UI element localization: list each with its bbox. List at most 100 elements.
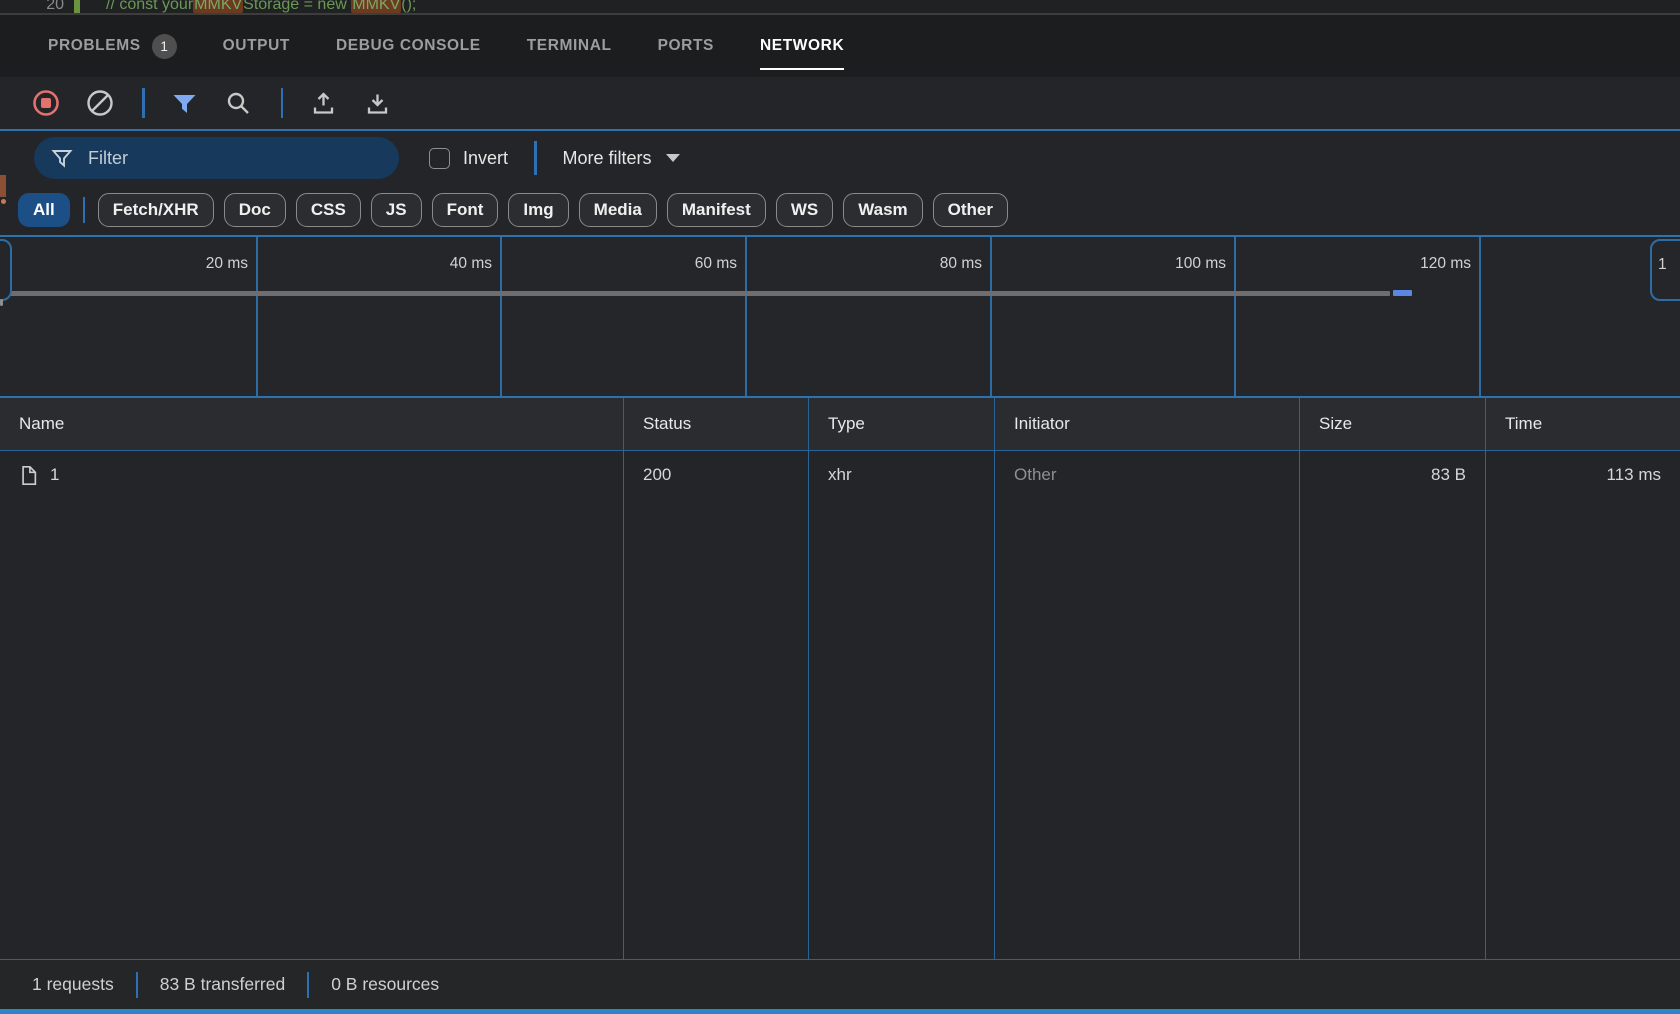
column-label: Type — [828, 414, 865, 434]
requests-table: Name Status Type Initiator Size Time 1 — [0, 398, 1680, 959]
search-button[interactable] — [225, 89, 253, 117]
summary-divider — [136, 972, 138, 998]
chip-css[interactable]: CSS — [296, 193, 361, 227]
request-row-status[interactable]: 200 — [624, 451, 808, 499]
timeline-gridline — [1479, 237, 1481, 396]
name-column: 1 — [0, 451, 623, 959]
status-column: 200 — [623, 451, 808, 959]
filter-divider — [534, 141, 537, 175]
funnel-icon — [171, 90, 198, 117]
invert-checkbox-group[interactable]: Invert — [429, 148, 508, 169]
import-har-button[interactable] — [309, 89, 337, 117]
network-overview-timeline[interactable]: 20 ms 40 ms 60 ms 80 ms 100 ms 120 ms 1 — [0, 235, 1680, 398]
summary-divider — [307, 972, 309, 998]
tab-debug-console[interactable]: DEBUG CONSOLE — [336, 15, 481, 77]
column-header-status[interactable]: Status — [623, 398, 808, 450]
chip-label: CSS — [311, 200, 346, 220]
chip-label: Manifest — [682, 200, 751, 220]
chip-label: Img — [523, 200, 553, 220]
clear-network-log-button[interactable] — [86, 89, 114, 117]
funnel-outline-icon — [50, 146, 74, 170]
chip-img[interactable]: Img — [508, 193, 568, 227]
more-filters-dropdown[interactable]: More filters — [563, 148, 680, 169]
chip-ws[interactable]: WS — [776, 193, 833, 227]
timeline-tick: 120 ms — [1361, 255, 1471, 273]
chip-label: Fetch/XHR — [113, 200, 199, 220]
transferred-size: 83 B transferred — [160, 974, 285, 995]
chip-media[interactable]: Media — [579, 193, 657, 227]
chip-label: JS — [386, 200, 407, 220]
tab-output[interactable]: OUTPUT — [223, 15, 290, 77]
search-icon — [225, 90, 252, 117]
timeline-tick: 100 ms — [1116, 255, 1226, 273]
chip-label: Doc — [239, 200, 271, 220]
request-row-type[interactable]: xhr — [809, 451, 994, 499]
code-text: (); — [401, 0, 416, 13]
code-text: Storage = new — [243, 0, 351, 13]
tab-problems[interactable]: PROBLEMS 1 — [48, 15, 177, 77]
column-header-name[interactable]: Name — [0, 398, 623, 450]
active-tab-underline — [760, 68, 844, 71]
requests-count: 1 requests — [32, 974, 114, 995]
request-row-initiator[interactable]: Other — [995, 451, 1299, 499]
table-header-row: Name Status Type Initiator Size Time — [0, 398, 1680, 451]
request-row-size[interactable]: 83 B — [1300, 451, 1485, 499]
problems-count-badge: 1 — [152, 34, 177, 59]
column-header-initiator[interactable]: Initiator — [994, 398, 1299, 450]
request-type-filters: All Fetch/XHR Doc CSS JS Font Img Media … — [0, 185, 1680, 235]
timeline-clipped-tick: 1 — [1658, 256, 1667, 273]
request-row-name[interactable]: 1 — [0, 451, 623, 499]
gutter-modified-marker — [74, 0, 80, 15]
filter-input[interactable] — [86, 147, 383, 170]
code-text: // const your — [106, 0, 193, 13]
chip-doc[interactable]: Doc — [224, 193, 286, 227]
time-value: 113 ms — [1607, 465, 1662, 485]
tab-label: TERMINAL — [527, 37, 612, 55]
size-column: 83 B — [1299, 451, 1485, 959]
time-column: 113 ms — [1485, 451, 1680, 959]
column-header-size[interactable]: Size — [1299, 398, 1485, 450]
invert-checkbox[interactable] — [429, 148, 450, 169]
tab-network[interactable]: NETWORK — [760, 15, 844, 77]
tab-label: PORTS — [658, 37, 714, 55]
chip-label: WS — [791, 200, 818, 220]
chip-label: Font — [447, 200, 484, 220]
chip-manifest[interactable]: Manifest — [667, 193, 766, 227]
panel-bottom-border — [0, 1009, 1680, 1014]
record-stop-button[interactable] — [32, 89, 60, 117]
tab-label: PROBLEMS — [48, 37, 141, 55]
tab-label: OUTPUT — [223, 37, 290, 55]
code-line: 20// const yourMMKVStorage = new MMKV(); — [0, 0, 416, 15]
filter-bar: Invert More filters — [0, 131, 1680, 185]
toolbar-divider — [281, 88, 284, 118]
filter-input-pill[interactable] — [34, 137, 399, 179]
tab-ports[interactable]: PORTS — [658, 15, 714, 77]
upload-icon — [310, 90, 337, 117]
more-filters-label: More filters — [563, 148, 652, 169]
search-highlight: MMKV — [193, 0, 243, 13]
timeline-gridline — [745, 237, 747, 396]
export-har-button[interactable] — [363, 89, 391, 117]
download-icon — [364, 90, 391, 117]
record-stop-icon — [32, 89, 60, 117]
overview-edge-mark — [0, 299, 3, 306]
column-header-time[interactable]: Time — [1485, 398, 1680, 450]
tab-terminal[interactable]: TERMINAL — [527, 15, 612, 77]
chip-font[interactable]: Font — [432, 193, 499, 227]
chip-other[interactable]: Other — [933, 193, 1008, 227]
overview-response-tip — [1393, 290, 1412, 296]
column-label: Size — [1319, 414, 1352, 434]
filter-toggle-button[interactable] — [171, 89, 199, 117]
overview-request-bar — [8, 291, 1390, 296]
chip-js[interactable]: JS — [371, 193, 422, 227]
timeline-tick: 20 ms — [138, 255, 248, 273]
request-row-time[interactable]: 113 ms — [1486, 451, 1680, 499]
minimap-marker — [0, 175, 6, 197]
timeline-gridline — [990, 237, 992, 396]
chip-wasm[interactable]: Wasm — [843, 193, 922, 227]
table-body: 1 200 xhr Other 83 B 113 ms — [0, 451, 1680, 959]
tab-label: NETWORK — [760, 37, 844, 55]
column-header-type[interactable]: Type — [808, 398, 994, 450]
chip-fetch-xhr[interactable]: Fetch/XHR — [98, 193, 214, 227]
chip-all[interactable]: All — [18, 193, 70, 227]
